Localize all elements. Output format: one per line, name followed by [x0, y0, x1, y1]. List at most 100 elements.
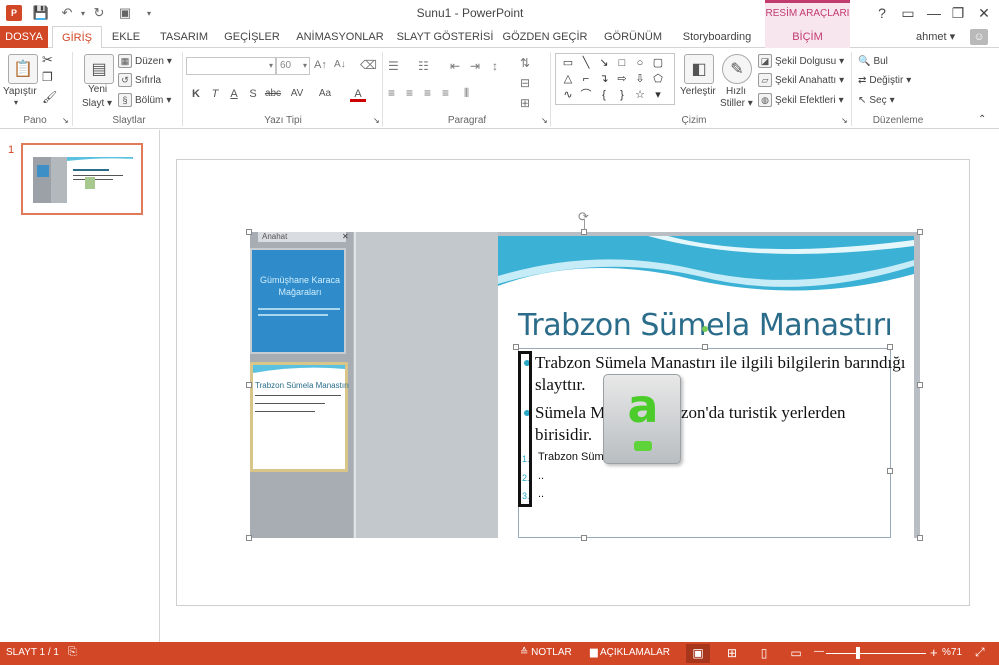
- text-direction-icon[interactable]: ⇅: [520, 56, 530, 70]
- spelling-check-icon[interactable]: ⎘: [68, 646, 77, 659]
- normal-view-icon[interactable]: ▣: [686, 644, 710, 663]
- rounded-rect-shape-icon[interactable]: ▢: [649, 55, 667, 71]
- close-button[interactable]: ✕: [971, 3, 997, 23]
- picture-resize-handle-s[interactable]: [581, 535, 587, 541]
- layout-button[interactable]: ▦ Düzen ▾: [118, 53, 172, 69]
- clear-formatting-icon[interactable]: ⌫: [360, 58, 377, 72]
- picture-resize-handle-se[interactable]: [917, 535, 923, 541]
- numbering-icon[interactable]: ☷: [418, 59, 429, 73]
- quick-styles-button[interactable]: Hızlı: [726, 86, 746, 97]
- zoom-out-button[interactable]: —: [814, 646, 824, 657]
- tab-view[interactable]: GÖRÜNÜM: [598, 26, 668, 48]
- paragraph-launcher-icon[interactable]: ↘: [541, 116, 548, 125]
- arrange-icon[interactable]: ◧: [684, 54, 714, 84]
- copy-icon[interactable]: ❐: [42, 70, 53, 84]
- redo-icon[interactable]: ↻: [90, 4, 108, 22]
- picture-resize-handle-ne[interactable]: [917, 229, 923, 235]
- italic-button[interactable]: T: [207, 86, 223, 102]
- paste-icon[interactable]: 📋: [8, 54, 38, 84]
- decrease-font-icon[interactable]: A↓: [334, 59, 346, 70]
- tab-insert[interactable]: EKLE: [106, 26, 146, 48]
- shape-fill-button[interactable]: ◪ Şekil Dolgusu ▾: [758, 53, 844, 69]
- tab-transitions[interactable]: GEÇİŞLER: [222, 26, 282, 48]
- drawing-launcher-icon[interactable]: ↘: [841, 116, 848, 125]
- help-button[interactable]: ?: [869, 3, 895, 23]
- new-slide-button[interactable]: Yeni: [88, 84, 107, 95]
- zoom-slider-thumb[interactable]: [856, 647, 860, 659]
- star-shape-icon[interactable]: ☆: [631, 87, 649, 103]
- customize-qat-icon[interactable]: ▾: [140, 4, 158, 22]
- user-account[interactable]: ahmet ▾: [916, 30, 955, 43]
- font-color-button[interactable]: A: [350, 86, 366, 102]
- triangle-shape-icon[interactable]: △: [559, 71, 577, 87]
- rectangle-shape-icon[interactable]: □: [613, 55, 631, 71]
- paste-dropdown-icon[interactable]: ▾: [14, 98, 18, 107]
- increase-font-icon[interactable]: A↑: [314, 59, 327, 71]
- connector-shape-icon[interactable]: ↴: [595, 71, 613, 87]
- arrange-button[interactable]: Yerleştir: [680, 86, 716, 97]
- comments-button[interactable]: ▆ AÇIKLAMALAR: [590, 647, 670, 658]
- start-slideshow-icon[interactable]: ▣: [116, 4, 134, 22]
- zoom-level[interactable]: %71: [942, 647, 962, 658]
- collapse-ribbon-icon[interactable]: ⌃: [978, 114, 986, 125]
- arc-shape-icon[interactable]: ⌒: [577, 87, 595, 103]
- bold-button[interactable]: K: [188, 86, 204, 102]
- bullets-icon[interactable]: ☰: [388, 59, 399, 73]
- tab-format[interactable]: BİÇİM: [765, 26, 850, 48]
- oval-shape-icon[interactable]: ○: [631, 55, 649, 71]
- increase-indent-icon[interactable]: ⇥: [470, 59, 480, 73]
- tab-slideshow[interactable]: SLAYT GÖSTERİSİ: [396, 26, 494, 48]
- section-button[interactable]: § Bölüm ▾: [118, 92, 171, 108]
- smartart-icon[interactable]: ⊞: [520, 96, 530, 110]
- shadow-button[interactable]: S: [245, 86, 261, 102]
- change-case-button[interactable]: Aa: [314, 86, 336, 102]
- left-brace-shape-icon[interactable]: {: [595, 87, 613, 103]
- right-arrow-shape-icon[interactable]: ⇨: [613, 71, 631, 87]
- justify-icon[interactable]: ≡: [442, 86, 449, 100]
- textbox-shape-icon[interactable]: ▭: [559, 55, 577, 71]
- align-center-icon[interactable]: ≡: [406, 86, 413, 100]
- elbow-shape-icon[interactable]: ⌐: [577, 71, 595, 87]
- ribbon-display-options-button[interactable]: ▭: [895, 3, 921, 23]
- format-painter-icon[interactable]: 🖌: [42, 90, 57, 104]
- quick-styles-button-line2[interactable]: Stiller ▾: [720, 98, 753, 109]
- new-slide-button-line2[interactable]: Slayt ▾: [82, 98, 112, 109]
- right-brace-shape-icon[interactable]: }: [613, 87, 631, 103]
- rotate-handle-icon[interactable]: ⟳: [578, 209, 589, 225]
- zoom-in-button[interactable]: +: [930, 645, 938, 660]
- paste-button[interactable]: Yapıştır: [3, 86, 37, 97]
- inserted-screenshot-picture[interactable]: Anahat ✕ Gümüşhane Karaca Mağaraları Tra…: [250, 232, 920, 538]
- clipboard-launcher-icon[interactable]: ↘: [62, 116, 69, 125]
- pentagon-shape-icon[interactable]: ⬠: [649, 71, 667, 87]
- reading-view-icon[interactable]: ▯: [752, 644, 776, 663]
- replace-button[interactable]: ⇄ Değiştir ▾: [858, 72, 911, 88]
- picture-resize-handle-w[interactable]: [246, 382, 252, 388]
- find-button[interactable]: 🔍 Bul: [858, 53, 888, 69]
- tab-design[interactable]: TASARIM: [154, 26, 214, 48]
- align-text-icon[interactable]: ⊟: [520, 76, 530, 90]
- tab-review[interactable]: GÖZDEN GEÇİR: [502, 26, 588, 48]
- restore-button[interactable]: ❐: [945, 3, 971, 23]
- new-slide-icon[interactable]: ▤: [84, 54, 114, 84]
- arrow-line-shape-icon[interactable]: ↘: [595, 55, 613, 71]
- line-shape-icon[interactable]: ╲: [577, 55, 595, 71]
- slide-thumbnail-1[interactable]: [21, 143, 143, 215]
- user-avatar-icon[interactable]: ☺: [970, 29, 988, 45]
- font-name-combo[interactable]: ▾: [186, 57, 276, 75]
- align-left-icon[interactable]: ≡: [388, 86, 395, 100]
- font-size-combo[interactable]: 60 ▾: [276, 57, 310, 75]
- picture-resize-handle-e[interactable]: [917, 382, 923, 388]
- tab-file[interactable]: DOSYA: [0, 26, 48, 48]
- tab-animations[interactable]: ANİMASYONLAR: [292, 26, 388, 48]
- cut-icon[interactable]: ✂: [42, 52, 53, 68]
- picture-resize-handle-nw[interactable]: [246, 229, 252, 235]
- select-button[interactable]: ↖ Seç ▾: [858, 92, 895, 108]
- reset-button[interactable]: ↺ Sıfırla: [118, 72, 161, 88]
- underline-button[interactable]: A: [226, 86, 242, 102]
- tab-storyboarding[interactable]: Storyboarding: [678, 26, 756, 48]
- fit-slide-icon[interactable]: ⤢: [975, 645, 985, 660]
- decrease-indent-icon[interactable]: ⇤: [450, 59, 460, 73]
- zoom-slider-track[interactable]: [826, 653, 926, 654]
- shape-outline-button[interactable]: ▱ Şekil Anahattı ▾: [758, 72, 844, 88]
- minimize-button[interactable]: —: [921, 3, 947, 23]
